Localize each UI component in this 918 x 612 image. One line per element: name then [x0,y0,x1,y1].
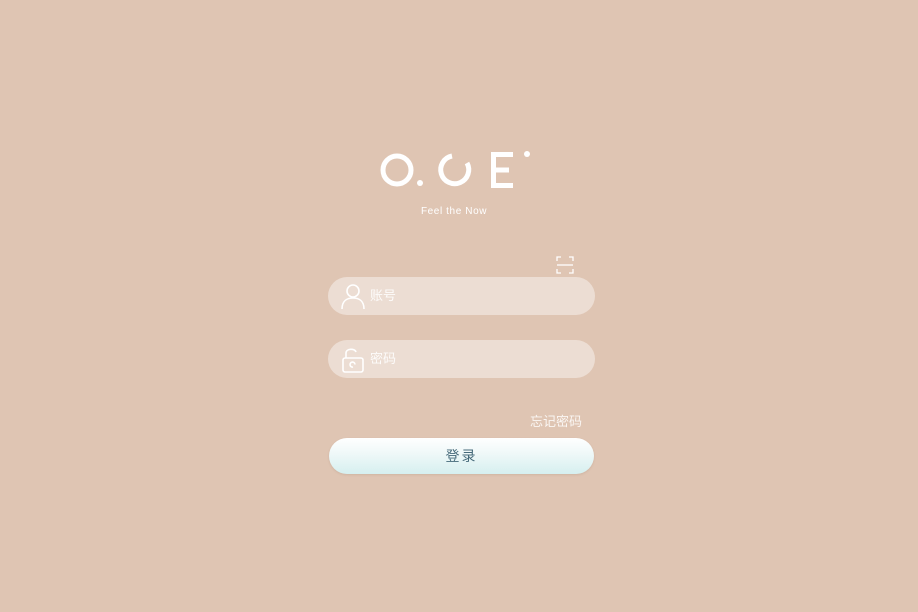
login-button[interactable]: 登录 [329,438,594,474]
username-field [328,277,595,315]
username-input[interactable] [370,277,580,315]
user-icon [341,284,365,310]
forgot-password-link[interactable]: 忘记密码 [500,411,582,430]
unlock-icon [342,348,364,373]
password-field [328,340,595,378]
brand-tagline: Feel the Now [420,206,488,217]
scan-icon [556,256,574,274]
password-input[interactable] [370,340,580,378]
scan-button[interactable] [555,255,575,275]
brand-logo [380,151,530,188]
